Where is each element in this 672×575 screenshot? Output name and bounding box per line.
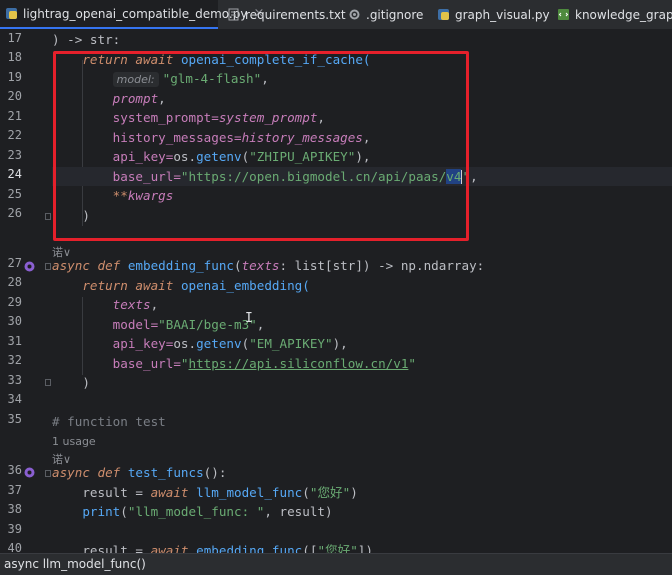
line-number: 22 xyxy=(7,128,22,142)
tab-knowledge-graph[interactable]: knowledge_graph.htm xyxy=(557,0,672,29)
line-number: 23 xyxy=(7,148,22,162)
url-link[interactable]: https://api.siliconflow.cn/v1 xyxy=(189,356,409,371)
line-number: 26 xyxy=(7,206,22,220)
code-line-29[interactable]: return await openai_embedding( xyxy=(52,276,672,296)
editor-tab-bar: lightrag_openai_compatible_demo.py × req… xyxy=(0,0,672,30)
html-file-icon xyxy=(558,9,569,20)
implementation-icon[interactable] xyxy=(24,261,35,272)
tab-lightrag-demo[interactable]: lightrag_openai_compatible_demo.py × xyxy=(0,0,264,29)
line-number: 32 xyxy=(7,353,22,367)
code-line-34[interactable]: ) xyxy=(52,373,672,393)
code-line-37[interactable]: async def test_funcs(): xyxy=(52,463,672,483)
line-number: 33 xyxy=(7,373,22,387)
usage-hint[interactable]: 1 usage xyxy=(52,435,96,448)
code-line-38[interactable]: result = await llm_model_func("您好") xyxy=(52,483,672,503)
implementation-icon[interactable] xyxy=(24,467,35,478)
code-line-32[interactable]: api_key=os.getenv("EM_APIKEY"), xyxy=(52,334,672,354)
line-number: 30 xyxy=(7,314,22,328)
code-line-31[interactable]: model="BAAI/bge-m3", xyxy=(52,315,672,335)
text-file-icon xyxy=(228,8,239,21)
line-number: 21 xyxy=(7,109,22,123)
line-number: 28 xyxy=(7,275,22,289)
line-number: 17 xyxy=(7,31,22,45)
tab-graph-visual[interactable]: graph_visual.py xyxy=(437,0,550,29)
fold-marker[interactable] xyxy=(45,470,51,477)
line-number: 25 xyxy=(7,187,22,201)
breadcrumb-status-bar[interactable]: async llm_model_func() xyxy=(0,553,672,575)
line-number: 37 xyxy=(7,483,22,497)
code-line-41[interactable]: result = await embedding_func(["您好"]) xyxy=(52,541,672,553)
line-number: 35 xyxy=(7,412,22,426)
line-number: 39 xyxy=(7,522,22,536)
breadcrumb-item[interactable]: async llm_model_func() xyxy=(4,557,146,571)
line-number: 34 xyxy=(7,392,22,406)
fold-marker[interactable] xyxy=(45,213,51,220)
line-number: 29 xyxy=(7,295,22,309)
tab-gitignore[interactable]: .gitignore xyxy=(348,0,423,29)
mouse-ibeam-cursor: I xyxy=(245,311,253,326)
python-file-icon xyxy=(438,9,449,20)
tab-requirements[interactable]: requirements.txt xyxy=(227,0,346,29)
code-line-17[interactable]: ) -> str: xyxy=(52,30,672,50)
line-number: 18 xyxy=(7,50,22,64)
code-line-30[interactable]: texts, xyxy=(52,295,672,315)
code-line-36[interactable]: # function test xyxy=(52,412,672,432)
fold-marker[interactable] xyxy=(45,263,51,270)
line-number-current: 24 xyxy=(7,167,22,181)
highlight-annotation-box xyxy=(53,51,469,241)
code-line-33[interactable]: base_url="https://api.siliconflow.cn/v1" xyxy=(52,354,672,374)
line-number: 20 xyxy=(7,89,22,103)
gear-icon xyxy=(349,9,360,20)
line-number: 31 xyxy=(7,334,22,348)
line-number: 36 xyxy=(7,463,22,477)
line-number: 19 xyxy=(7,70,22,84)
python-file-icon xyxy=(6,8,17,19)
line-number-gutter[interactable]: 17 18 19 20 21 22 23 24 25 26 27 28 29 3… xyxy=(0,30,51,555)
fold-marker[interactable] xyxy=(45,379,51,386)
code-line-28[interactable]: async def embedding_func(texts: list[str… xyxy=(52,256,672,276)
code-line-39[interactable]: print("llm_model_func: ", result) xyxy=(52,502,672,522)
line-number: 27 xyxy=(7,256,22,270)
line-number: 38 xyxy=(7,502,22,516)
